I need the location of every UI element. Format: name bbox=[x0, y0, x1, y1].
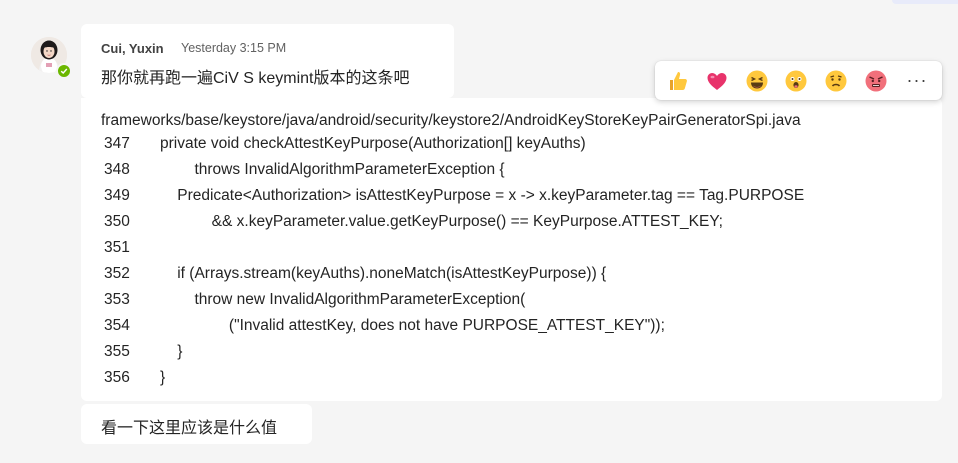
sad-icon[interactable] bbox=[824, 69, 848, 93]
line-number: 347 bbox=[104, 135, 130, 152]
code-text: private void checkAttestKeyPurpose(Autho… bbox=[160, 135, 586, 152]
line-number: 348 bbox=[104, 161, 130, 178]
line-number: 355 bbox=[104, 343, 130, 360]
code-text: } bbox=[160, 343, 183, 360]
code-text: throw new InvalidAlgorithmParameterExcep… bbox=[160, 291, 526, 308]
message-author[interactable]: Cui, Yuxin bbox=[101, 41, 164, 56]
surprised-icon[interactable] bbox=[784, 69, 808, 93]
heart-icon[interactable] bbox=[705, 69, 729, 93]
code-text: if (Arrays.stream(keyAuths).noneMatch(is… bbox=[160, 265, 607, 282]
angry-icon[interactable] bbox=[864, 69, 888, 93]
message-timestamp: Yesterday 3:15 PM bbox=[181, 41, 287, 55]
message-text: 那你就再跑一遍CiV S keymint版本的这条吧 bbox=[101, 70, 410, 87]
line-number: 350 bbox=[104, 213, 130, 230]
code-text: && x.keyParameter.value.getKeyPurpose() … bbox=[160, 213, 723, 230]
code-text: } bbox=[160, 369, 166, 386]
code-text: Predicate<Authorization> isAttestKeyPurp… bbox=[160, 187, 805, 204]
top-bar-fragment bbox=[892, 0, 958, 4]
message-bubble-2[interactable]: frameworks/base/keystore/java/android/se… bbox=[81, 98, 942, 401]
more-reactions-button[interactable]: ··· bbox=[904, 68, 930, 92]
file-path-text: frameworks/base/keystore/java/android/se… bbox=[101, 112, 801, 129]
line-number: 353 bbox=[104, 291, 130, 308]
line-number: 354 bbox=[104, 317, 130, 334]
code-text: ("Invalid attestKey, does not have PURPO… bbox=[160, 317, 665, 334]
like-icon[interactable] bbox=[666, 69, 690, 93]
message-bubble-3[interactable]: 看一下这里应该是什么值 bbox=[81, 404, 312, 444]
line-number: 356 bbox=[104, 369, 130, 386]
reaction-bar: ··· bbox=[655, 61, 942, 100]
code-text: throws InvalidAlgorithmParameterExceptio… bbox=[160, 161, 505, 178]
message-bubble-1[interactable]: Cui, Yuxin Yesterday 3:15 PM 那你就再跑一遍CiV … bbox=[81, 24, 454, 98]
laugh-icon[interactable] bbox=[745, 69, 769, 93]
message-text: 看一下这里应该是什么值 bbox=[101, 420, 278, 437]
line-number: 352 bbox=[104, 265, 130, 282]
line-number: 351 bbox=[104, 239, 130, 256]
presence-available-icon bbox=[56, 63, 72, 79]
line-number: 349 bbox=[104, 187, 130, 204]
